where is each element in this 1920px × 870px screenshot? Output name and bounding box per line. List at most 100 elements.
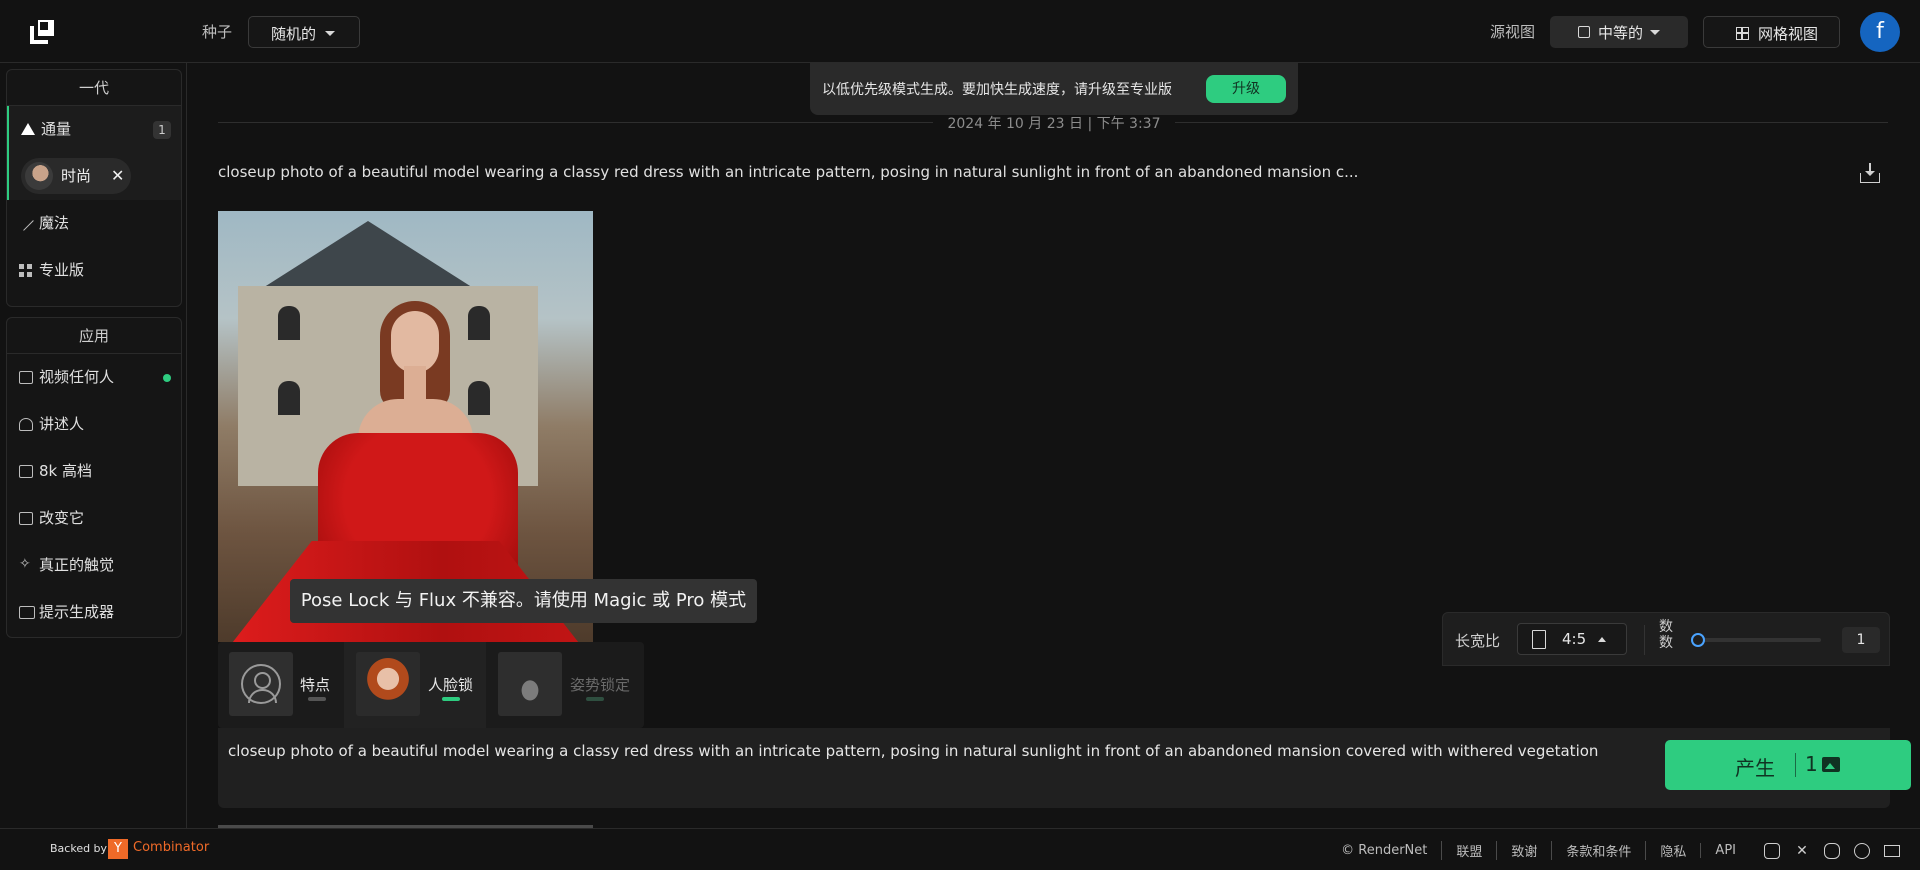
yc-name: Combinator	[133, 840, 210, 855]
sidebar-item-change-it[interactable]: 改变它	[7, 495, 181, 542]
seed-label: 种子	[202, 23, 233, 41]
main-content: 2024 年 10 月 23 日 | 下午 3:37 以低优先级模式生成。要加快…	[188, 63, 1920, 829]
source-view-label: 源视图	[1490, 23, 1536, 41]
sidebar-item-8k-upscale[interactable]: 8k 高档	[7, 448, 181, 495]
divider	[1795, 753, 1796, 777]
download-icon[interactable]	[1860, 163, 1880, 183]
pose-lock-tooltip: Pose Lock 与 Flux 不兼容。请使用 Magic 或 Pro 模式	[290, 579, 757, 623]
upgrade-button[interactable]: 升级	[1206, 75, 1286, 103]
composer-panel: closeup photo of a beautiful model weari…	[218, 728, 1911, 808]
lock-label: 姿势锁定	[570, 676, 631, 694]
top-bar: 种子 随机的 源视图 中等的 网格视图 f	[0, 0, 1920, 63]
generation-panel: 一代 通量 1 时尚 ✕ 魔法 专业版	[6, 69, 182, 307]
grid-icon	[19, 264, 32, 277]
grid-view-button[interactable]: 网格视图	[1703, 16, 1840, 48]
lock-label: 特点	[300, 676, 331, 694]
face-thumb	[356, 652, 420, 716]
priority-notice: 以低优先级模式生成。要加快生成速度，请升级至专业版 升级	[810, 63, 1298, 115]
sidebar-item-label: 专业版	[39, 261, 85, 279]
generation-prompt: closeup photo of a beautiful model weari…	[218, 163, 1359, 181]
slider-handle[interactable]	[1691, 633, 1705, 647]
generate-count: 1	[1805, 752, 1818, 776]
sidebar-item-flux[interactable]: 通量 1 时尚 ✕	[7, 106, 181, 200]
folder-icon	[19, 371, 33, 384]
sidebar-item-label: 通量	[41, 120, 72, 138]
count-slider[interactable]	[1691, 633, 1821, 647]
x-icon[interactable]: ✕	[1794, 843, 1810, 859]
style-chip-label: 时尚	[61, 167, 92, 185]
sidebar-item-label: 8k 高档	[39, 462, 92, 480]
instagram-icon[interactable]	[1764, 842, 1780, 859]
mail-icon[interactable]	[1884, 844, 1900, 857]
count-value[interactable]: 1	[1842, 627, 1880, 653]
lock-toggle-bar	[308, 697, 326, 701]
swap-icon	[19, 512, 33, 525]
date-text-wrap: 2024 年 10 月 23 日 | 下午 3:37	[188, 113, 1920, 133]
sidebar-item-label: 讲述人	[39, 415, 85, 433]
sidebar-item-label: 真正的触觉	[39, 556, 115, 574]
generation-title: 一代	[7, 70, 181, 106]
pose-thumb	[498, 652, 562, 716]
sidebar-item-prompt-generator[interactable]: 提示生成器	[7, 589, 181, 636]
status-dot	[163, 374, 171, 382]
generation-date: 2024 年 10 月 23 日 | 下午 3:37	[933, 116, 1175, 132]
narrator-icon	[19, 418, 33, 431]
triangle-icon	[21, 123, 35, 136]
grid-view-label: 网格视图	[1758, 25, 1819, 43]
sidebar-item-label: 改变它	[39, 509, 85, 527]
square-icon	[1578, 26, 1590, 38]
size-select[interactable]: 中等的	[1550, 16, 1688, 48]
lock-option-character[interactable]: 特点	[218, 642, 344, 728]
footer-links: © RenderNet 联盟 致谢 条款和条件 隐私 API ✕	[1327, 841, 1900, 860]
footer-link-privacy[interactable]: 隐私	[1645, 841, 1700, 860]
seed-value: 随机的	[271, 25, 317, 43]
sparkle-icon: ✧	[19, 556, 31, 572]
sidebar-item-narrator[interactable]: 讲述人	[7, 401, 181, 448]
image-icon	[1822, 757, 1840, 772]
sidebar-item-label: 魔法	[39, 214, 70, 232]
user-avatar[interactable]: f	[1860, 12, 1900, 52]
settings-bar: 长宽比 4:5 数数 1	[1442, 612, 1890, 666]
discord-icon[interactable]	[1824, 842, 1840, 859]
footer-link-affiliate[interactable]: 联盟	[1441, 841, 1496, 860]
footer-copyright[interactable]: © RenderNet	[1327, 843, 1441, 858]
prompt-input[interactable]: closeup photo of a beautiful model weari…	[228, 742, 1598, 760]
sidebar-item-video-anyone[interactable]: 视频任何人	[7, 354, 181, 401]
reddit-icon[interactable]	[1854, 842, 1870, 859]
terminal-icon	[19, 606, 35, 619]
lock-label: 人脸锁	[428, 676, 474, 694]
lock-toggle-bar	[586, 697, 604, 701]
chevron-down-icon	[325, 31, 335, 36]
sidebar-item-label: 提示生成器	[39, 603, 115, 621]
chevron-up-icon	[1598, 637, 1606, 642]
lock-option-pose: 姿势锁定	[486, 642, 644, 728]
count-label: 数数	[1659, 619, 1673, 651]
logo-icon[interactable]	[30, 20, 54, 44]
sidebar-item-real-touch[interactable]: ✧ 真正的触觉	[7, 542, 181, 589]
chevron-down-icon	[1650, 30, 1660, 35]
sidebar-item-magic[interactable]: 魔法	[7, 200, 181, 247]
sidebar: 一代 通量 1 时尚 ✕ 魔法 专业版 应用 视频任何人 讲述人 8k 高档 改…	[0, 63, 187, 828]
seed-select[interactable]: 随机的	[248, 16, 360, 48]
style-chip[interactable]: 时尚 ✕	[21, 158, 131, 194]
footer-link-terms[interactable]: 条款和条件	[1551, 841, 1645, 860]
footer-link-credits[interactable]: 致谢	[1496, 841, 1551, 860]
grid-icon	[1736, 27, 1749, 40]
person-icon	[241, 664, 281, 704]
style-avatar	[25, 162, 53, 190]
lock-toggle-bar	[442, 697, 460, 701]
apps-title: 应用	[7, 318, 181, 354]
generated-image[interactable]	[218, 211, 593, 642]
8k-icon	[19, 465, 33, 478]
apps-panel: 应用 视频任何人 讲述人 8k 高档 改变它 ✧ 真正的触觉 提示生成器	[6, 317, 182, 638]
generate-button[interactable]: 产生 1	[1665, 740, 1911, 790]
aspect-ratio-select[interactable]: 4:5	[1517, 623, 1627, 655]
magic-wand-icon	[18, 215, 34, 231]
lock-option-face[interactable]: 人脸锁	[344, 642, 486, 728]
backed-by-label: Backed by	[50, 842, 108, 855]
sidebar-item-pro[interactable]: 专业版	[7, 247, 181, 294]
close-icon[interactable]: ✕	[111, 158, 124, 194]
footer-link-api[interactable]: API	[1700, 843, 1750, 858]
yc-logo: Y	[108, 839, 128, 859]
size-value: 中等的	[1598, 24, 1644, 42]
